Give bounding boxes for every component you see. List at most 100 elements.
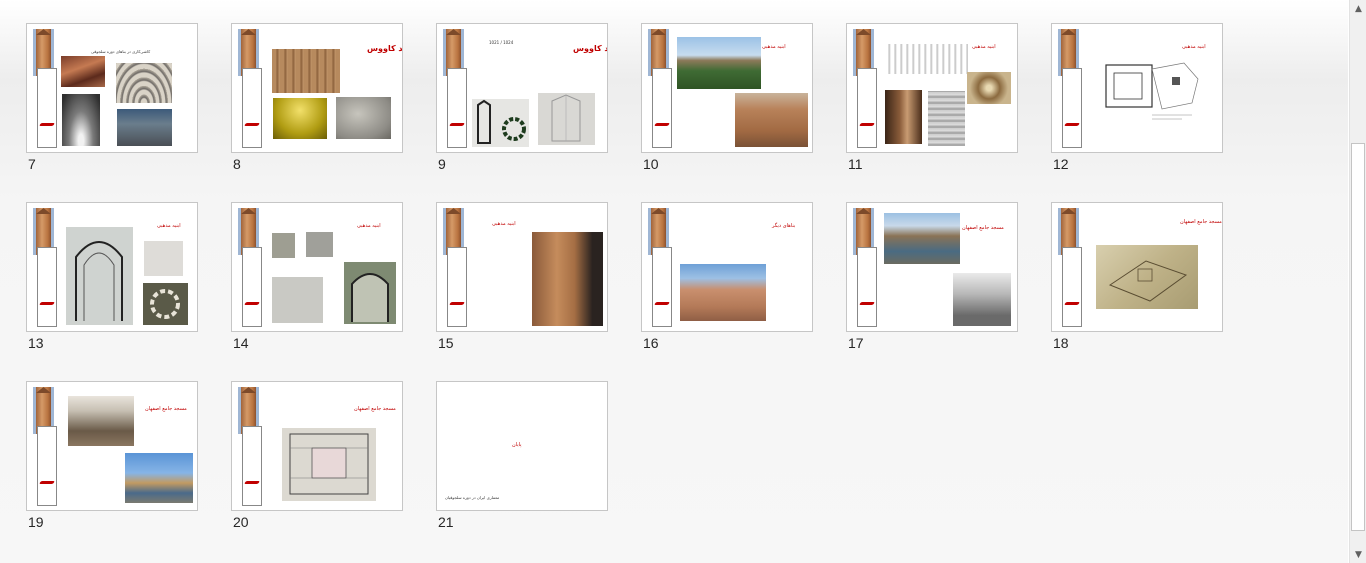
slide-18-title: مسجد جامع اصفهان [1180, 219, 1222, 225]
slide-15-canvas: ابنیه مذهبی [436, 202, 608, 332]
slide-number: 8 [233, 156, 241, 172]
domes-photo [117, 109, 172, 146]
sidebar-frame [1062, 68, 1082, 148]
sidebar-frame [857, 247, 877, 327]
hypostyle-photo [68, 396, 134, 446]
slide-number: 12 [1053, 156, 1069, 172]
slide-thumbnail-19[interactable]: مسجد جامع اصفهان 19 [26, 381, 198, 531]
logo-mark [39, 123, 55, 126]
elevation-sketch [144, 241, 183, 276]
mihrab-drawing [66, 227, 133, 325]
slide-16-title: بناهای دیگر [772, 223, 796, 229]
mosque-plan-drawing [282, 428, 376, 501]
slide-21-footer: معماری ایران در دوره سلجوقیان [445, 495, 500, 500]
iwan-photo [885, 90, 922, 144]
slide-thumbnail-21[interactable]: پایان معماری ایران در دوره سلجوقیان 21 [436, 381, 608, 531]
slide-12-canvas: ابنیه مذهبی [1051, 23, 1223, 153]
logo-mark [244, 123, 260, 126]
slide-thumbnail-12[interactable]: ابنیه مذهبی 12 [1051, 23, 1223, 173]
plan-drawing [472, 99, 529, 147]
sidebar-frame [1062, 247, 1082, 327]
slide-thumbnail-7[interactable]: کاشی‌کاری در بناهای دوره سلجوقی 7 [26, 23, 198, 173]
slide-thumbnail-17[interactable]: مسجد جامع اصفهان 17 [846, 202, 1018, 352]
slide-11-title: ابنیه مذهبی [972, 44, 996, 50]
sidebar-frame [37, 247, 57, 327]
slide-thumbnail-8[interactable]: گنبد کاووس 8 [231, 23, 403, 173]
slide-thumbnail-10[interactable]: ابنیه مذهبی 10 [641, 23, 813, 173]
slide-13-title: ابنیه مذهبی [157, 223, 181, 229]
detail-photo-1 [272, 233, 295, 258]
slide-number: 15 [438, 335, 454, 351]
sidebar-frame [652, 68, 672, 148]
slide-19-title: مسجد جامع اصفهان [145, 406, 187, 412]
sidebar-frame [242, 68, 262, 148]
slide-14-canvas: ابنیه مذهبی [231, 202, 403, 332]
slide-18-canvas: مسجد جامع اصفهان [1051, 202, 1223, 332]
logo-mark [244, 302, 260, 305]
slide-12-title: ابنیه مذهبی [1182, 44, 1206, 50]
slide-thumbnail-13[interactable]: ابنیه مذهبی 13 [26, 202, 198, 352]
elevation-drawing [538, 93, 595, 145]
scroll-up-icon[interactable]: ▲ [1350, 0, 1366, 17]
slide-number: 13 [28, 335, 44, 351]
slide-thumbnail-14[interactable]: ابنیه مذهبی 14 [231, 202, 403, 352]
slide-20-canvas: مسجد جامع اصفهان [231, 381, 403, 511]
slide-9-title: گنبد کاووس [573, 44, 607, 53]
slide-8-canvas: گنبد کاووس [231, 23, 403, 153]
vault-photo [116, 63, 172, 103]
iwan-bw-photo [953, 273, 1011, 326]
slide-9-dates: 1021 / 1024 [489, 40, 514, 45]
corridor-photo [62, 94, 100, 146]
logo-mark [39, 481, 55, 484]
slide-number: 19 [28, 514, 44, 530]
star-pattern [143, 283, 188, 325]
logo-mark [1064, 123, 1080, 126]
arch-drawing [344, 262, 396, 324]
scroll-down-icon[interactable]: ▼ [1350, 546, 1366, 563]
sidebar-frame [652, 247, 672, 327]
slide-number: 10 [643, 156, 659, 172]
logo-mark [654, 123, 670, 126]
slide-thumbnail-16[interactable]: بناهای دیگر 16 [641, 202, 813, 352]
slide-thumbnail-9[interactable]: گنبد کاووس 1021 / 1024 9 [436, 23, 608, 173]
slide-15-title: ابنیه مذهبی [492, 221, 516, 227]
slide-number: 9 [438, 156, 446, 172]
brick-building-photo [735, 93, 808, 147]
slide-thumbnail-18[interactable]: مسجد جامع اصفهان 18 [1051, 202, 1223, 352]
slide-20-title: مسجد جامع اصفهان [354, 406, 396, 412]
brick-tower-photo [532, 232, 603, 326]
slide-17-canvas: مسجد جامع اصفهان [846, 202, 1018, 332]
slide-7-caption: کاشی‌کاری در بناهای دوره سلجوقی [91, 49, 151, 54]
slide-8-title: گنبد کاووس [367, 44, 403, 53]
axonometric-drawing [1096, 245, 1198, 309]
sidebar-frame [37, 68, 57, 148]
brick-photo [336, 97, 391, 139]
sidebar-frame [242, 247, 262, 327]
logo-mark [1064, 302, 1080, 305]
vertical-scrollbar[interactable]: ▲ ▼ [1349, 0, 1366, 563]
slide-7-canvas: کاشی‌کاری در بناهای دوره سلجوقی [26, 23, 198, 153]
logo-mark [39, 302, 55, 305]
logo-mark [859, 123, 875, 126]
logo-mark [654, 302, 670, 305]
scroll-thumb[interactable] [1351, 143, 1365, 531]
slide-13-canvas: ابنیه مذهبی [26, 202, 198, 332]
slide-thumbnail-15[interactable]: ابنیه مذهبی 15 [436, 202, 608, 352]
courtyard-photo [884, 213, 960, 264]
slide-21-canvas: پایان معماری ایران در دوره سلجوقیان [436, 381, 608, 511]
sidebar-frame [447, 68, 467, 148]
sketch-drawing [885, 44, 968, 74]
sidebar-frame [37, 426, 57, 506]
slide-number: 14 [233, 335, 249, 351]
logo-mark [449, 302, 465, 305]
slide-number: 18 [1053, 335, 1069, 351]
slide-21-title: پایان [512, 442, 522, 448]
detail-photo-2 [306, 232, 333, 257]
logo-mark [449, 123, 465, 126]
slide-thumbnail-11[interactable]: ابنیه مذهبی 11 [846, 23, 1018, 173]
slide-thumbnail-20[interactable]: مسجد جامع اصفهان 20 [231, 381, 403, 531]
slide-16-canvas: بناهای دیگر [641, 202, 813, 332]
dome-interior-photo [273, 98, 327, 139]
slide-number: 20 [233, 514, 249, 530]
slide-10-title: ابنیه مذهبی [762, 44, 786, 50]
